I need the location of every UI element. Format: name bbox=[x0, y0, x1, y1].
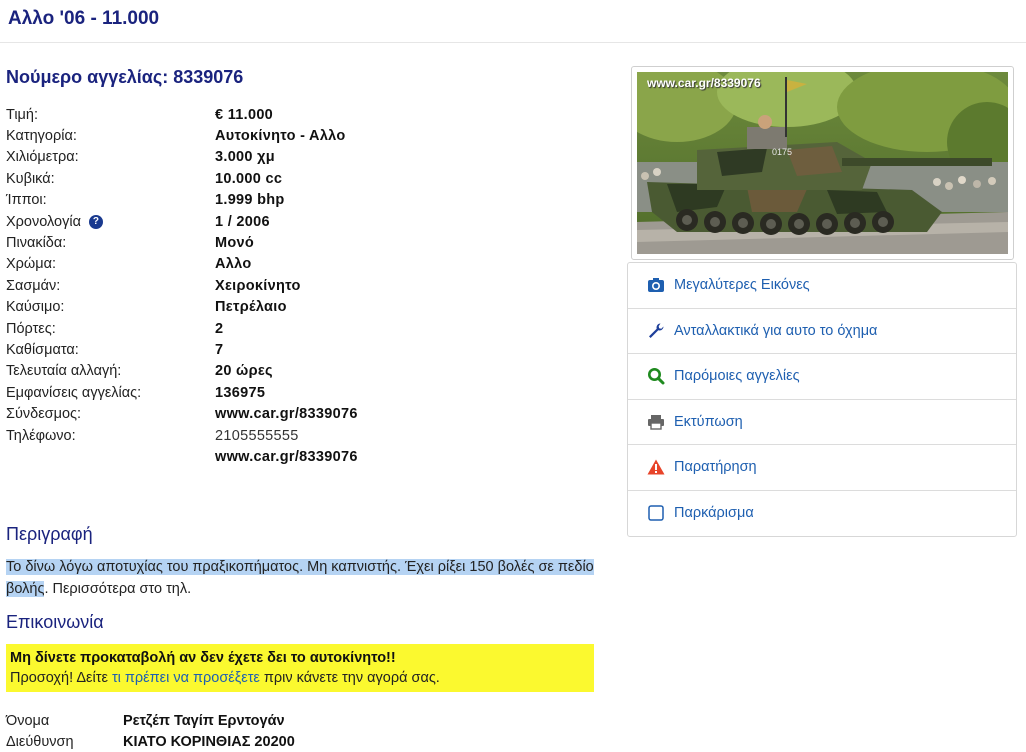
spec-value-category: Αυτοκίνητο - Αλλο bbox=[215, 128, 346, 145]
description-text: Το δίνω λόγω αποτυχίας του πραξικοπήματο… bbox=[6, 557, 606, 600]
contact-row-address: Διεύθυνση ΚΙΑΤΟ ΚΟΡΙΝΘΙΑΣ 20200 bbox=[6, 731, 295, 752]
action-label: Εκτύπωση bbox=[674, 413, 743, 430]
help-icon[interactable]: ? bbox=[88, 214, 103, 229]
description-rest-text: . Περισσότερα στο τηλ. bbox=[44, 580, 192, 597]
spec-value-views: 136975 bbox=[215, 384, 266, 401]
turret-number: 0175 bbox=[772, 147, 792, 157]
spec-value-doors: 2 bbox=[215, 320, 224, 337]
spec-row-link: Σύνδεσμος: www.car.gr/8339076 bbox=[6, 403, 358, 424]
page-title: Αλλο '06 - 11.000 bbox=[8, 8, 160, 29]
warning-title: Μη δίνετε προκαταβολή αν δεν έχετε δει τ… bbox=[10, 650, 396, 666]
contact-details: Όνομα Ρετζέπ Ταγίπ Ερντογάν Διεύθυνση ΚΙ… bbox=[6, 710, 295, 752]
spec-value-horsepower: 1.999 bhp bbox=[215, 192, 285, 209]
action-label: Παρκάρισμα bbox=[674, 505, 754, 522]
spec-row-horsepower: Ίπποι: 1.999 bhp bbox=[6, 190, 358, 211]
title-divider bbox=[0, 42, 1026, 43]
vehicle-photo-frame[interactable]: 0175 www.car.gr/8339076 bbox=[631, 66, 1014, 260]
spec-label: Πόρτες: bbox=[6, 320, 56, 337]
warning-icon bbox=[646, 458, 666, 476]
spec-label: Σασμάν: bbox=[6, 277, 61, 294]
action-label: Παρόμοιες αγγελίες bbox=[674, 368, 800, 385]
spec-row-phone: Τηλέφωνο: 2105555555 bbox=[6, 425, 358, 446]
spec-value-fuel: Πετρέλαιο bbox=[215, 299, 287, 316]
spec-row-fuel: Καύσιμο: Πετρέλαιο bbox=[6, 297, 358, 318]
park-ad-link[interactable]: Παρκάρισμα bbox=[628, 491, 1016, 537]
spec-row-last-change: Τελευταία αλλαγή: 20 ώρες bbox=[6, 361, 358, 382]
report-link[interactable]: Παρατήρηση bbox=[628, 445, 1016, 491]
printer-icon bbox=[646, 413, 666, 431]
spec-label: Καύσιμο: bbox=[6, 299, 65, 316]
spec-row-plate: Πινακίδα: Μονό bbox=[6, 232, 358, 253]
spec-label: Τηλέφωνο: bbox=[6, 427, 76, 444]
spec-value-engine: 10.000 cc bbox=[215, 170, 283, 187]
contact-value-name: Ρετζέπ Ταγίπ Ερντογάν bbox=[123, 712, 285, 729]
spec-value-seats: 7 bbox=[215, 341, 224, 358]
spec-label: Τελευταία αλλαγή: bbox=[6, 363, 122, 380]
spec-row-seats: Καθίσματα: 7 bbox=[6, 339, 358, 360]
warning-text: Προσοχή! Δείτε τι πρέπει να προσέξετε πρ… bbox=[10, 670, 590, 686]
description-heading: Περιγραφή bbox=[6, 524, 93, 544]
spare-parts-link[interactable]: Ανταλλακτικά για αυτο το όχημα bbox=[628, 309, 1016, 354]
spec-value-color: Αλλο bbox=[215, 256, 252, 273]
search-icon bbox=[646, 367, 666, 385]
spec-row-doors: Πόρτες: 2 bbox=[6, 318, 358, 339]
spec-row-price: Τιμή: € 11.000 bbox=[6, 104, 358, 125]
spec-row-mileage: Χιλιόμετρα: 3.000 χμ bbox=[6, 147, 358, 168]
spec-label-year: Χρονολογία ? bbox=[6, 214, 215, 230]
vehicle-photo[interactable]: 0175 www.car.gr/8339076 bbox=[637, 72, 1008, 254]
spec-label: Τιμή: bbox=[6, 106, 38, 123]
spec-label: Σύνδεσμος: bbox=[6, 406, 82, 423]
spec-value-link[interactable]: www.car.gr/8339076 bbox=[215, 406, 358, 422]
spec-label: Κατηγορία: bbox=[6, 128, 77, 145]
spec-label: Εμφανίσεις αγγελίας: bbox=[6, 384, 142, 401]
ad-number-heading: Νούμερο αγγελίας: 8339076 bbox=[6, 67, 244, 87]
warning-prefix: Προσοχή! Δείτε bbox=[10, 670, 112, 686]
contact-value-address: ΚΙΑΤΟ ΚΟΡΙΝΘΙΑΣ 20200 bbox=[123, 733, 295, 750]
spec-value-phone: 2105555555 bbox=[215, 427, 299, 444]
spec-row-color: Χρώμα: Αλλο bbox=[6, 254, 358, 275]
spec-row-category: Κατηγορία: Αυτοκίνητο - Αλλο bbox=[6, 125, 358, 146]
photo-watermark: www.car.gr/8339076 bbox=[647, 76, 761, 90]
spec-label: Χρώμα: bbox=[6, 256, 57, 273]
checkbox-icon bbox=[646, 504, 666, 522]
spec-label: Καθίσματα: bbox=[6, 341, 79, 358]
spec-value-gearbox: Χειροκίνητο bbox=[215, 277, 301, 294]
contact-row-name: Όνομα Ρετζέπ Ταγίπ Ερντογάν bbox=[6, 710, 295, 731]
spec-label-text: Χρονολογία bbox=[6, 213, 81, 230]
wrench-icon bbox=[646, 322, 666, 340]
action-label: Μεγαλύτερες Εικόνες bbox=[674, 277, 810, 294]
spec-label: Χιλιόμετρα: bbox=[6, 149, 79, 166]
spec-value-last-change: 20 ώρες bbox=[215, 363, 273, 380]
spec-value-mileage: 3.000 χμ bbox=[215, 149, 275, 166]
spec-row-views: Εμφανίσεις αγγελίας: 136975 bbox=[6, 382, 358, 403]
contact-heading: Επικοινωνία bbox=[6, 612, 104, 632]
spec-row-gearbox: Σασμάν: Χειροκίνητο bbox=[6, 275, 358, 296]
spec-label: Ίπποι: bbox=[6, 192, 47, 209]
contact-label: Διεύθυνση bbox=[6, 733, 74, 750]
action-label: Ανταλλακτικά για αυτο το όχημα bbox=[674, 322, 878, 339]
larger-images-link[interactable]: Μεγαλύτερες Εικόνες bbox=[628, 263, 1016, 309]
contact-label: Όνομα bbox=[6, 712, 50, 729]
spec-value-plate: Μονό bbox=[215, 235, 255, 252]
warning-suffix: πριν κάνετε την αγορά σας. bbox=[259, 670, 440, 686]
actions-panel: Μεγαλύτερες Εικόνες Ανταλλακτικά για αυτ… bbox=[627, 262, 1017, 537]
print-link[interactable]: Εκτύπωση bbox=[628, 400, 1016, 445]
similar-ads-link[interactable]: Παρόμοιες αγγελίες bbox=[628, 354, 1016, 400]
spec-value-extra-link[interactable]: www.car.gr/8339076 bbox=[215, 449, 358, 465]
spec-label: Κυβικά: bbox=[6, 170, 55, 187]
camera-icon bbox=[646, 276, 666, 294]
spec-label: Πινακίδα: bbox=[6, 235, 67, 252]
spec-value-year: 1 / 2006 bbox=[215, 213, 270, 230]
tank-photo-illustration: 0175 bbox=[637, 72, 1008, 254]
spec-row-extra-link: www.car.gr/8339076 bbox=[6, 446, 358, 467]
spec-row-year: Χρονολογία ? 1 / 2006 bbox=[6, 211, 358, 232]
spec-value-price: € 11.000 bbox=[215, 106, 274, 123]
warning-box: Μη δίνετε προκαταβολή αν δεν έχετε δει τ… bbox=[6, 644, 594, 692]
spec-row-engine: Κυβικά: 10.000 cc bbox=[6, 168, 358, 189]
specs-table: Τιμή: € 11.000 Κατηγορία: Αυτοκίνητο - Α… bbox=[6, 104, 358, 468]
action-label: Παρατήρηση bbox=[674, 459, 757, 476]
warning-tips-link[interactable]: τι πρέπει να προσέξετε bbox=[112, 670, 260, 686]
